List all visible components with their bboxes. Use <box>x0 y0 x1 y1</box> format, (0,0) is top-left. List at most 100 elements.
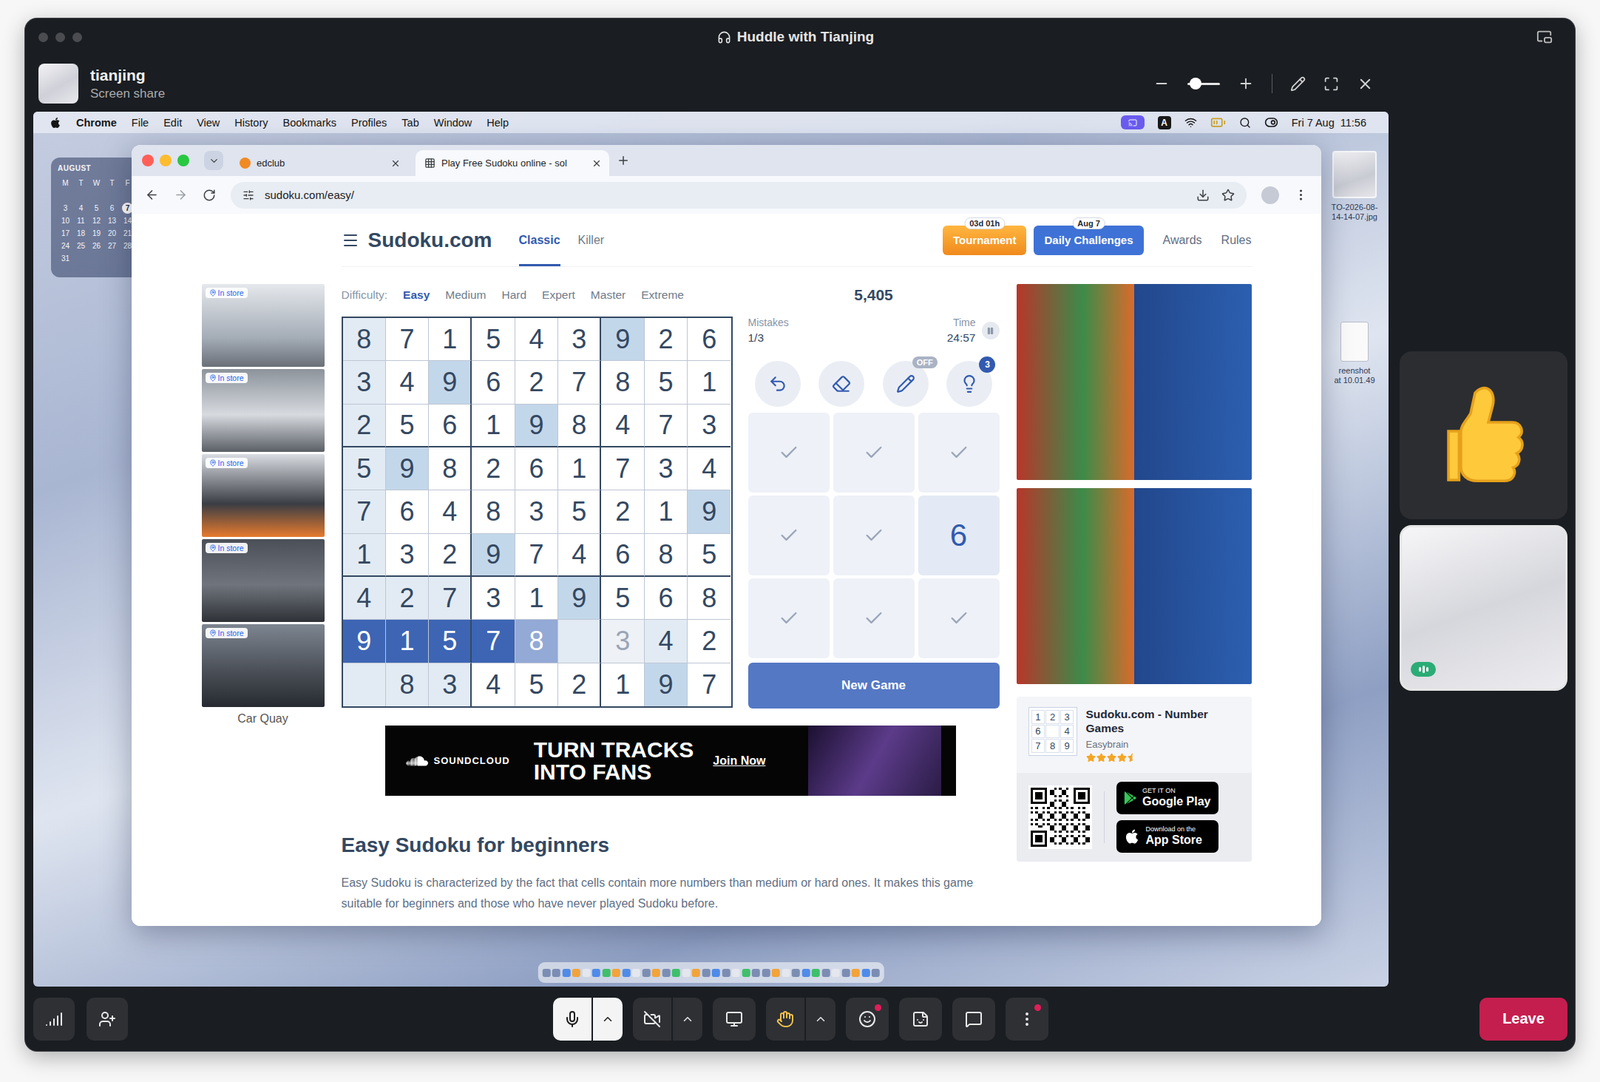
forward-icon[interactable] <box>173 187 188 202</box>
sudoku-cell[interactable]: 5 <box>601 576 644 620</box>
sudoku-cell[interactable]: 1 <box>515 576 559 620</box>
dock-app[interactable] <box>572 968 581 977</box>
window-control[interactable] <box>38 32 49 43</box>
dock-app[interactable] <box>561 968 571 977</box>
close-tab-icon[interactable] <box>591 158 602 169</box>
sudoku-cell[interactable]: 2 <box>644 317 688 361</box>
sudoku-cell[interactable]: 8 <box>558 404 602 448</box>
dock-app[interactable] <box>601 968 610 977</box>
sudoku-cell[interactable]: 6 <box>515 447 559 491</box>
car-ad[interactable]: In store <box>201 453 325 537</box>
dock-app[interactable] <box>652 968 661 977</box>
zoom-knob[interactable] <box>1189 77 1202 90</box>
sudoku-cell[interactable]: 8 <box>428 447 472 491</box>
sudoku-cell[interactable]: 7 <box>471 619 515 663</box>
install-icon[interactable] <box>1196 188 1210 202</box>
dock-app[interactable] <box>621 968 630 977</box>
dock-app[interactable] <box>831 968 840 977</box>
dock-app[interactable] <box>681 968 690 977</box>
add-person-button[interactable] <box>86 997 128 1041</box>
desktop-file[interactable]: reenshotat 10.01.49 <box>1322 321 1387 386</box>
sudoku-cell[interactable]: 5 <box>687 533 731 577</box>
screen-mirroring[interactable] <box>1120 115 1145 130</box>
sudoku-cell[interactable]: 4 <box>558 533 602 577</box>
sudoku-cell[interactable]: 7 <box>515 533 559 577</box>
sudoku-cell[interactable]: 5 <box>343 447 386 491</box>
battery-icon[interactable] <box>1210 114 1226 131</box>
sudoku-cell[interactable]: 2 <box>558 663 602 707</box>
dock-app[interactable] <box>641 968 650 977</box>
dock-app[interactable] <box>721 968 730 977</box>
sudoku-cell[interactable]: 7 <box>558 360 602 404</box>
close-tab-icon[interactable] <box>390 158 401 169</box>
car-ad[interactable]: In store <box>201 368 325 452</box>
sudoku-cell[interactable]: 4 <box>428 490 472 534</box>
sudoku-cell[interactable]: 5 <box>558 490 602 534</box>
sudoku-cell[interactable]: 4 <box>385 360 429 404</box>
menu-item[interactable]: File <box>131 116 149 129</box>
sudoku-cell[interactable]: 6 <box>428 404 472 448</box>
sudoku-cell[interactable]: 2 <box>385 576 429 620</box>
sudoku-cell[interactable]: 2 <box>515 360 559 404</box>
sudoku-cell[interactable]: 7 <box>343 490 386 534</box>
mic-button[interactable] <box>553 997 592 1041</box>
sudoku-cell[interactable]: 3 <box>644 447 688 491</box>
banner-cta[interactable]: Join Now <box>712 754 766 768</box>
sudoku-cell[interactable]: 2 <box>343 404 386 448</box>
sudoku-cell[interactable]: 3 <box>428 663 472 707</box>
dock-app[interactable] <box>672 968 681 977</box>
hand-options-button[interactable] <box>805 997 836 1041</box>
sudoku-cell[interactable]: 5 <box>385 404 429 448</box>
dock-app[interactable] <box>541 968 551 977</box>
window-control[interactable] <box>141 154 154 167</box>
difficulty-option[interactable]: Medium <box>445 288 486 302</box>
sudoku-cell[interactable]: 9 <box>343 619 386 663</box>
sudoku-cell[interactable]: 2 <box>601 490 644 534</box>
menu-item[interactable]: Chrome <box>76 116 117 129</box>
zoom-in-icon[interactable] <box>1237 75 1254 92</box>
browser-tab[interactable]: Play Free Sudoku online - sol <box>415 150 610 176</box>
menu-item[interactable]: Bookmarks <box>282 116 337 129</box>
number-key[interactable] <box>918 578 1000 659</box>
dock-app[interactable] <box>552 968 561 977</box>
sudoku-cell[interactable]: 6 <box>471 360 515 404</box>
emoji-button[interactable] <box>845 997 889 1041</box>
chrome-menu-icon[interactable] <box>1293 187 1308 202</box>
sudoku-cell[interactable]: 1 <box>601 663 644 707</box>
dock-app[interactable] <box>841 968 850 977</box>
menu-item[interactable]: History <box>234 116 268 129</box>
dock-app[interactable] <box>632 968 641 977</box>
number-key[interactable] <box>833 412 915 493</box>
desktop-file[interactable]: TO-2026-08-14-14-07.jpg <box>1322 150 1387 222</box>
dock-app[interactable] <box>871 968 880 977</box>
sudoku-cell[interactable]: 1 <box>558 447 602 491</box>
apple-menu-icon[interactable] <box>49 116 62 129</box>
sudoku-cell[interactable]: 2 <box>471 447 515 491</box>
pause-button[interactable] <box>981 321 1000 340</box>
menu-item[interactable]: Window <box>434 116 473 129</box>
display-ad[interactable] <box>1016 283 1252 480</box>
dock-app[interactable] <box>861 968 870 977</box>
bookmark-icon[interactable] <box>1221 188 1235 202</box>
store-badge[interactable]: Download on theApp Store <box>1116 819 1219 853</box>
sudoku-cell[interactable]: 3 <box>471 576 515 620</box>
video-off-options-button[interactable] <box>672 997 703 1041</box>
menu-item[interactable]: Help <box>486 116 509 129</box>
share-button[interactable] <box>712 997 756 1041</box>
zoom-out-icon[interactable] <box>1153 75 1170 92</box>
sudoku-cell[interactable]: 8 <box>601 360 644 404</box>
dock-app[interactable] <box>761 968 770 977</box>
difficulty-option[interactable]: Expert <box>541 288 576 302</box>
notes-button[interactable]: OFF <box>882 360 929 407</box>
dock-app[interactable] <box>791 968 800 977</box>
dock-app[interactable] <box>581 968 591 977</box>
sudoku-cell[interactable]: 6 <box>601 533 644 577</box>
sudoku-cell[interactable]: 4 <box>471 663 515 707</box>
sudoku-cell[interactable]: 3 <box>687 404 731 448</box>
store-badge[interactable]: GET IT ONGoogle Play <box>1116 781 1219 815</box>
signal-button[interactable] <box>33 997 75 1041</box>
mic-options-button[interactable] <box>592 997 623 1041</box>
mode-tab[interactable]: Classic <box>519 213 561 267</box>
video-off-button[interactable] <box>632 997 672 1041</box>
number-key[interactable] <box>748 412 830 493</box>
